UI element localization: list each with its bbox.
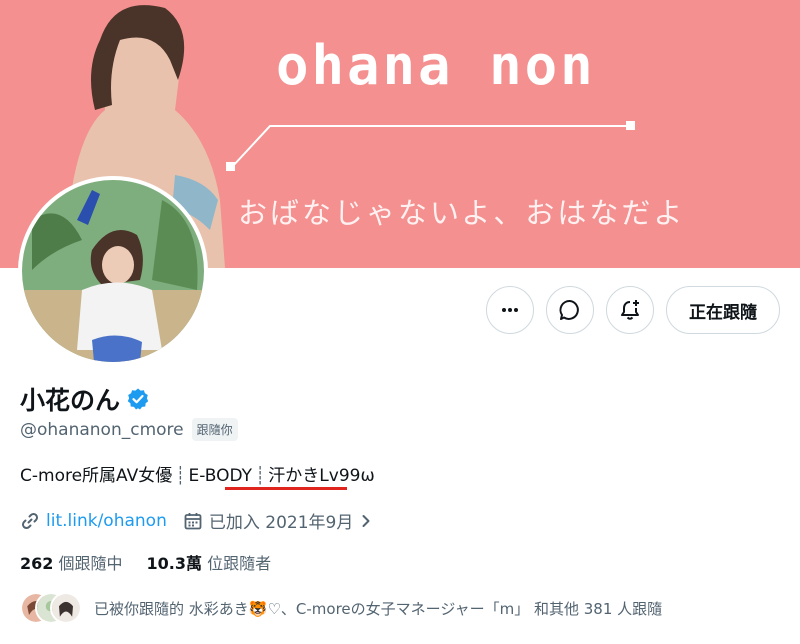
more-horizontal-icon (502, 308, 518, 312)
handle: @ohananon_cmore (20, 419, 184, 440)
chevron-right-icon (362, 514, 370, 527)
follows-you-badge: 跟隨你 (191, 418, 238, 441)
display-name: 小花のん (20, 386, 121, 415)
following-stat[interactable]: 262 個跟隨中 (20, 550, 123, 574)
name-row: 小花のん (20, 381, 150, 417)
website-link-text: lit.link/ohanon (46, 510, 167, 531)
follower-avatars (20, 592, 82, 624)
notify-button[interactable] (606, 286, 654, 334)
avatar[interactable] (18, 176, 208, 366)
follow-stats: 262 個跟隨中 10.3萬 位跟隨者 (20, 550, 271, 574)
profile-actions: 正在跟隨 (486, 286, 780, 334)
followers-label: 位跟隨者 (207, 554, 272, 573)
message-icon (559, 300, 579, 320)
following-label: 個跟隨中 (58, 554, 123, 573)
verified-badge-icon[interactable] (126, 387, 150, 411)
join-date[interactable]: 已加入 2021年9月 (183, 508, 373, 533)
bio-separator: ┊ (175, 466, 186, 486)
following-button[interactable]: 正在跟隨 (666, 286, 780, 334)
followers-stat[interactable]: 10.3萬 位跟隨者 (147, 550, 272, 574)
join-date-text: 已加入 2021年9月 (208, 513, 354, 533)
banner-subtitle: おばなじゃないよ、おはなだよ (238, 196, 686, 230)
link-icon (21, 512, 39, 529)
handle-row: @ohananon_cmore 跟隨你 (20, 418, 238, 441)
avatar-photo (22, 180, 204, 362)
calendar-icon (184, 512, 202, 529)
bio-separator: ┊ (255, 466, 266, 486)
profile-meta: lit.link/ohanon 已加入 2021年9月 (20, 508, 373, 533)
website-link[interactable]: lit.link/ohanon (20, 511, 167, 531)
bio-text-part2: E-BODY (188, 466, 253, 486)
following-count: 262 (20, 554, 54, 573)
red-underline-annotation (225, 487, 347, 490)
more-button[interactable] (486, 286, 534, 334)
bio-text-part1: C-more所属AV女優 (20, 466, 173, 486)
message-button[interactable] (546, 286, 594, 334)
followers-you-know[interactable]: 已被你跟隨的 水彩あき🐯♡、C-moreの女子マネージャー「m」 和其他 381… (20, 592, 662, 624)
bio: C-more所属AV女優 ┊ E-BODY ┊ 汗かきLv99ω (20, 461, 375, 490)
bio-text-part3: 汗かきLv99ω (268, 466, 375, 486)
avatar (50, 592, 82, 624)
followers-you-know-text: 已被你跟隨的 水彩あき🐯♡、C-moreの女子マネージャー「m」 和其他 381… (94, 599, 663, 618)
followers-count: 10.3萬 (146, 554, 202, 573)
bell-plus-icon (621, 300, 639, 320)
